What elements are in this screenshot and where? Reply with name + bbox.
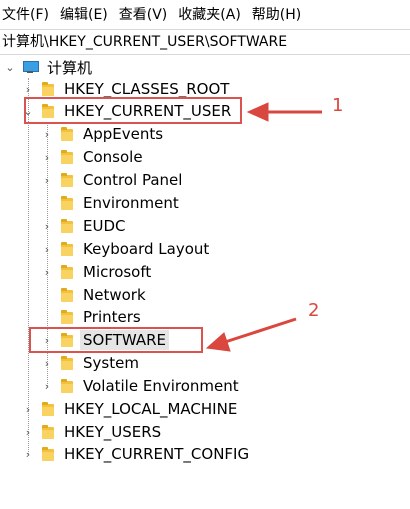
annotation-arrows <box>205 102 322 352</box>
arrow-2-head <box>205 332 231 352</box>
callout-number-1: 1 <box>332 95 344 116</box>
callout-number-2: 2 <box>308 300 320 321</box>
arrow-1-head <box>246 102 269 122</box>
arrow-2-line <box>221 317 297 345</box>
